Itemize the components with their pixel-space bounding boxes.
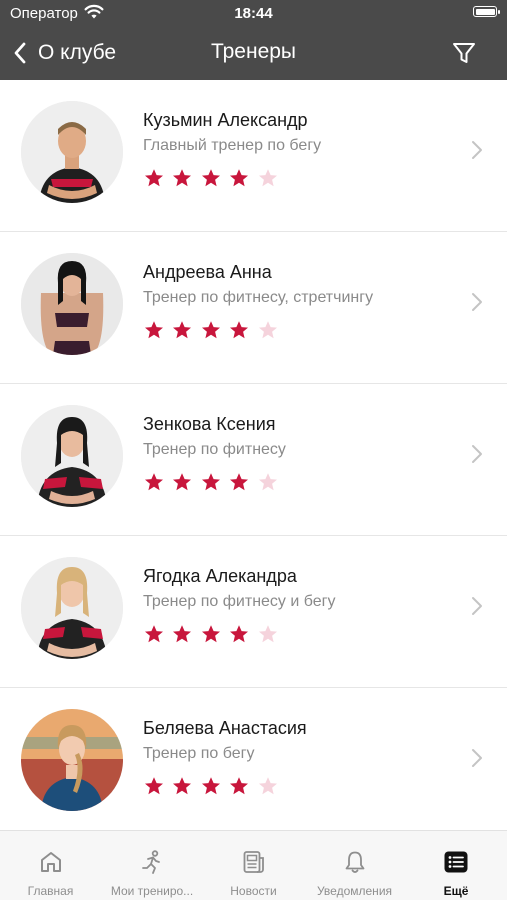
tab-label: Уведомления — [316, 884, 393, 898]
chevron-right-icon — [472, 445, 482, 463]
trainer-row[interactable]: Андреева Анна Тренер по фитнесу, стретчи… — [0, 232, 507, 384]
filter-icon[interactable] — [451, 40, 477, 66]
rating-stars — [144, 624, 286, 644]
trainer-avatar — [21, 101, 123, 203]
tab-label: Новости — [230, 884, 277, 898]
star-filled-icon — [201, 169, 220, 187]
star-filled-icon — [145, 625, 163, 643]
star-filled-icon — [145, 321, 163, 339]
back-button[interactable]: О клубе — [12, 38, 116, 68]
back-label: О клубе — [38, 41, 117, 64]
star-filled-icon — [173, 321, 192, 339]
trainer-role: Тренер по фитнесу и бегу — [143, 593, 336, 610]
trainer-avatar — [21, 253, 123, 355]
trainer-avatar — [21, 557, 123, 659]
trainer-row[interactable]: Зенкова Ксения Тренер по фитнесу — [0, 384, 507, 536]
trainer-name: Зенкова Ксения — [143, 414, 276, 434]
tab-home[interactable]: Главная — [0, 831, 101, 901]
rating-stars — [144, 320, 286, 340]
star-filled-icon — [201, 473, 220, 491]
trainer-role: Тренер по фитнесу, стретчингу — [143, 289, 374, 306]
tab-bar: Главная Мои трениро... Новости Уведомлен… — [0, 830, 507, 900]
rating-stars — [144, 168, 286, 188]
trainer-row[interactable]: Ягодка Алекандра Тренер по фитнесу и бег… — [0, 536, 507, 688]
star-filled-icon — [230, 777, 249, 795]
tab-news[interactable]: Новости — [203, 831, 304, 901]
star-filled-icon — [201, 777, 220, 795]
clock: 18:44 — [234, 5, 273, 22]
nav-bar: О клубе Тренеры — [0, 26, 507, 80]
star-filled-icon — [145, 169, 163, 187]
star-filled-icon — [145, 777, 163, 795]
trainer-role: Тренер по фитнесу — [143, 441, 286, 458]
chevron-right-icon — [472, 293, 482, 311]
star-filled-icon — [173, 169, 192, 187]
trainer-name: Беляева Анастасия — [143, 718, 307, 738]
chevron-right-icon — [472, 597, 482, 615]
battery-icon — [473, 6, 500, 17]
trainer-role: Главный тренер по бегу — [143, 137, 322, 154]
tab-label: Главная — [27, 884, 74, 898]
star-filled-icon — [173, 777, 192, 795]
chevron-right-icon — [472, 141, 482, 159]
rating-stars — [144, 776, 286, 796]
trainer-name: Андреева Анна — [143, 262, 272, 282]
star-filled-icon — [230, 169, 249, 187]
trainer-row[interactable]: Беляева Анастасия Тренер по бегу — [0, 688, 507, 840]
trainer-list: Кузьмин Александр Главный тренер по бегу… — [0, 80, 507, 840]
tab-notifications[interactable]: Уведомления — [304, 831, 405, 901]
trainer-name: Ягодка Алекандра — [143, 566, 297, 586]
rating-stars — [144, 472, 286, 492]
star-empty-icon — [258, 777, 277, 795]
chevron-right-icon — [472, 749, 482, 767]
runner-icon — [142, 850, 160, 874]
star-filled-icon — [173, 625, 192, 643]
star-filled-icon — [173, 473, 192, 491]
home-icon — [40, 852, 61, 872]
trainer-name: Кузьмин Александр — [143, 110, 308, 130]
tab-label: Ещё — [443, 884, 469, 898]
star-empty-icon — [258, 625, 277, 643]
chevron-left-icon — [14, 42, 26, 64]
more-list-icon — [444, 851, 468, 873]
tab-more[interactable]: Ещё — [405, 831, 507, 901]
bell-icon — [345, 851, 364, 873]
star-empty-icon — [258, 473, 277, 491]
status-bar: Оператор 18:44 — [0, 0, 507, 26]
star-empty-icon — [258, 321, 277, 339]
tab-my-trainings[interactable]: Мои трениро... — [101, 831, 203, 901]
star-filled-icon — [201, 625, 220, 643]
tab-label: Мои трениро... — [110, 884, 194, 898]
trainer-avatar — [21, 709, 123, 811]
star-filled-icon — [230, 625, 249, 643]
trainer-avatar — [21, 405, 123, 507]
star-filled-icon — [145, 473, 163, 491]
star-filled-icon — [230, 321, 249, 339]
news-icon — [243, 851, 264, 873]
trainer-row[interactable]: Кузьмин Александр Главный тренер по бегу — [0, 80, 507, 232]
star-filled-icon — [201, 321, 220, 339]
star-filled-icon — [230, 473, 249, 491]
trainer-role: Тренер по бегу — [143, 745, 255, 762]
star-empty-icon — [258, 169, 277, 187]
